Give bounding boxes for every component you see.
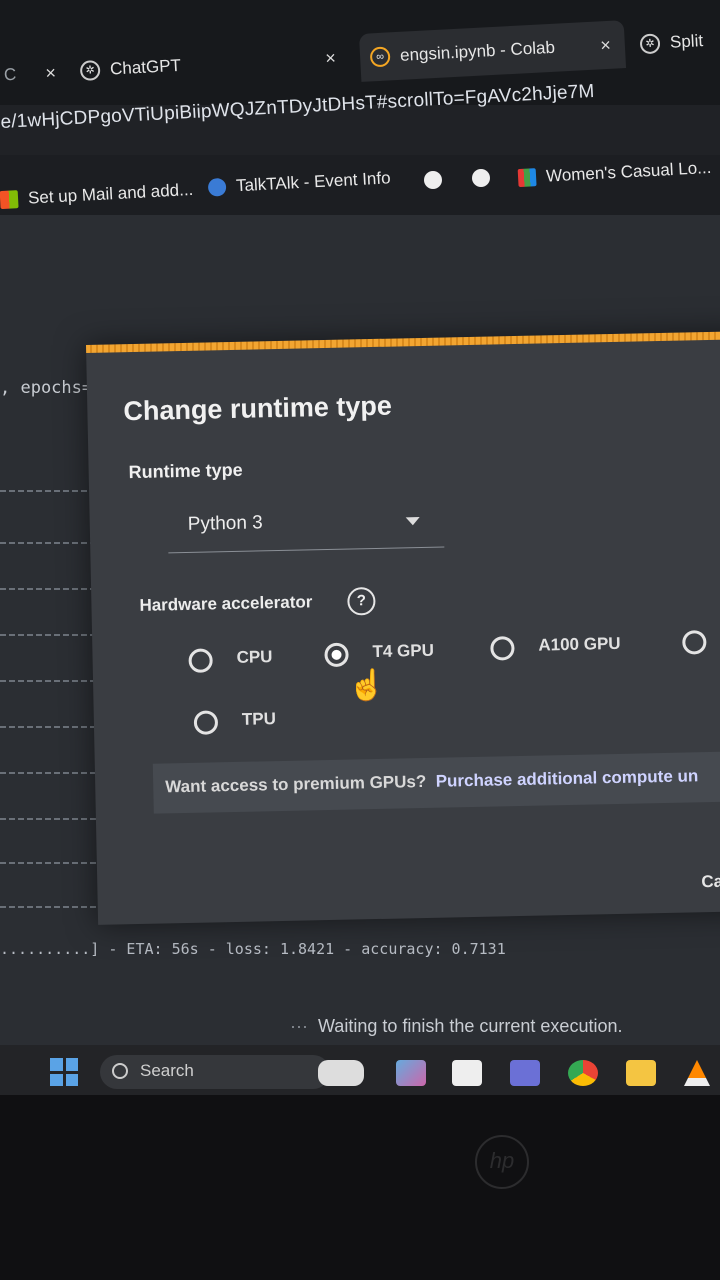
output-divider <box>0 726 108 728</box>
laptop-bezel <box>0 1095 720 1280</box>
premium-question: Want access to premium GPUs? <box>165 771 427 797</box>
radio-cpu-label[interactable]: CPU <box>236 647 272 668</box>
bookmark-globe-2[interactable] <box>472 169 500 187</box>
radio-a100-gpu-label[interactable]: A100 GPU <box>538 634 621 656</box>
radio-tpu-label[interactable]: TPU <box>242 709 276 730</box>
bookmark-talktalk[interactable]: TalkTAlk - Event Info <box>207 168 391 198</box>
windows-mail-icon <box>0 190 19 210</box>
radio-t4-gpu-label[interactable]: T4 GPU <box>372 641 434 662</box>
output-divider <box>0 680 106 682</box>
tab-chatgpt[interactable]: ✲ ChatGPT × <box>79 33 351 95</box>
globe-icon <box>472 169 490 187</box>
bookmark-label: Set up Mail and add... <box>27 179 194 208</box>
taskbar-search[interactable]: Search <box>100 1055 330 1089</box>
output-divider <box>0 542 98 544</box>
chatgpt-icon: ✲ <box>639 33 661 55</box>
windows-start-icon[interactable] <box>50 1058 78 1086</box>
radio-tpu[interactable] <box>193 710 219 735</box>
dialog-title: Change runtime type <box>123 390 393 427</box>
search-placeholder: Search <box>140 1061 194 1080</box>
code-fragment: , epochs= <box>0 378 93 398</box>
copilot-icon[interactable] <box>396 1060 426 1086</box>
purchase-compute-link[interactable]: Purchase additional compute un <box>436 766 699 790</box>
premium-gpu-banner: Want access to premium GPUs? Purchase ad… <box>152 750 720 814</box>
help-icon[interactable]: ? <box>347 586 376 616</box>
tab-colab-prev[interactable]: C × <box>0 48 71 100</box>
bookmark-label: Women's Casual Lo... <box>545 157 712 186</box>
hardware-accelerator-label: Hardware accelerator <box>139 592 313 615</box>
bookmark-mail[interactable]: Set up Mail and add... <box>0 180 194 210</box>
laptop-screen: C × ✲ ChatGPT × ∞ engsin.ipynb - Colab ×… <box>0 0 720 1095</box>
runtime-type-label: Runtime type <box>128 459 243 483</box>
ellipsis-icon: ··· <box>290 1016 308 1036</box>
tab-label: C <box>3 64 17 85</box>
change-runtime-dialog: Change runtime type Runtime type Python … <box>86 331 720 925</box>
file-explorer-icon[interactable] <box>626 1060 656 1086</box>
close-icon[interactable]: × <box>325 47 337 69</box>
tab-label: Split <box>669 31 704 52</box>
tab-split[interactable]: ✲ Split <box>639 16 720 69</box>
close-icon[interactable]: × <box>600 34 612 56</box>
weather-widget-icon[interactable] <box>318 1060 364 1086</box>
runtime-type-select[interactable]: Python 3 <box>167 502 445 554</box>
radio-t4-gpu[interactable] <box>324 642 349 668</box>
chatgpt-icon: ✲ <box>79 60 101 82</box>
output-divider <box>0 490 95 492</box>
globe-icon <box>424 171 442 189</box>
bookmark-label: TalkTAlk - Event Info <box>235 168 391 196</box>
hp-logo: hp <box>475 1135 529 1189</box>
close-icon[interactable]: × <box>45 62 57 84</box>
execution-status: ··· Waiting to finish the current executi… <box>290 1016 622 1037</box>
teams-icon[interactable] <box>510 1060 540 1086</box>
runtime-type-value: Python 3 <box>187 512 263 535</box>
shop-icon <box>517 168 537 188</box>
premium-gpu-text: Want access to premium GPUs? Purchase ad… <box>165 766 698 797</box>
cancel-button[interactable]: Ca <box>701 872 720 892</box>
search-icon <box>112 1063 128 1079</box>
chevron-down-icon <box>405 517 420 526</box>
output-divider <box>0 588 100 590</box>
training-output: ..........] - ETA: 56s - loss: 1.8421 - … <box>0 940 506 958</box>
radio-a100-gpu[interactable] <box>490 636 515 661</box>
tab-label: ChatGPT <box>109 55 182 79</box>
colab-icon: ∞ <box>369 46 391 68</box>
tab-label: engsin.ipynb - Colab <box>399 37 556 65</box>
task-view-icon[interactable] <box>452 1060 482 1086</box>
browser-tab-bar: C × ✲ ChatGPT × ∞ engsin.ipynb - Colab ×… <box>0 0 720 105</box>
hand-cursor-icon: ☝ <box>348 669 386 702</box>
status-text: Waiting to finish the current execution. <box>317 1016 623 1036</box>
globe-icon <box>207 177 227 197</box>
output-divider <box>0 634 102 636</box>
chrome-icon[interactable] <box>568 1060 598 1086</box>
bookmark-globe-1[interactable] <box>424 171 452 189</box>
tab-colab-active[interactable]: ∞ engsin.ipynb - Colab × <box>358 20 627 82</box>
radio-cpu[interactable] <box>188 648 213 673</box>
bookmark-womens[interactable]: Women's Casual Lo... <box>517 157 712 188</box>
bookmarks-bar: Set up Mail and add... TalkTAlk - Event … <box>0 155 720 215</box>
hp-logo-text: hp <box>489 1148 515 1173</box>
radio-extra-option[interactable] <box>682 630 707 655</box>
